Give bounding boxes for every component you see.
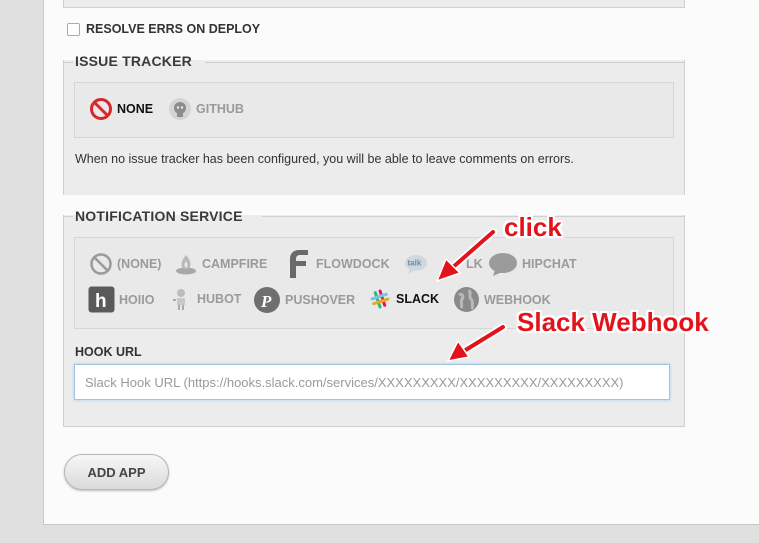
click-arrow [435,228,497,283]
webhook-arrow [446,323,507,363]
slack-webhook-annotation: Slack Webhook [517,307,709,337]
click-annotation: click [504,212,562,242]
annotation-arrows [435,228,507,363]
